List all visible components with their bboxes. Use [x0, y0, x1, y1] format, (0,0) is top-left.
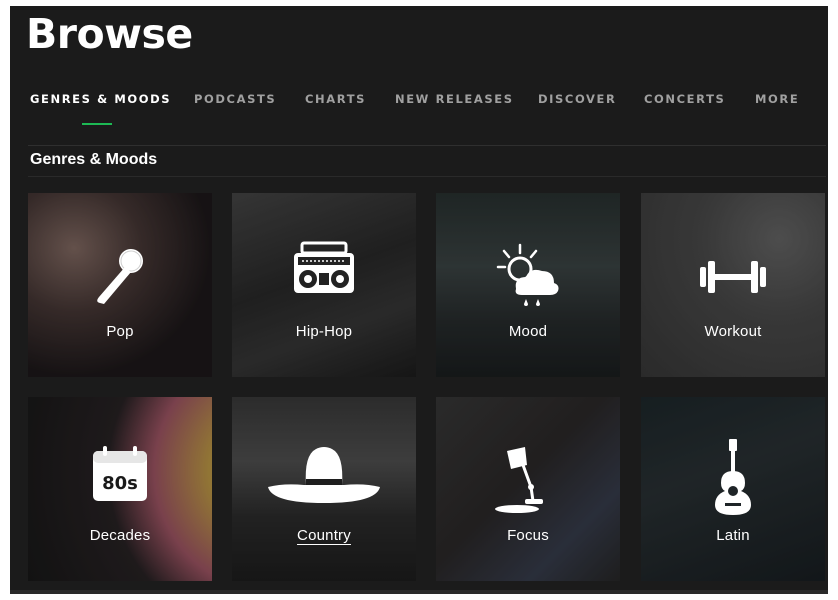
tile-focus[interactable]: Focus — [436, 397, 620, 581]
cowboy-hat-icon — [268, 447, 380, 503]
tile-hip-hop[interactable]: Hip-Hop — [232, 193, 416, 377]
tab-charts[interactable]: CHARTS — [305, 92, 366, 122]
tile-decades[interactable]: 80s Decades — [28, 397, 212, 581]
tile-label: Focus — [507, 527, 549, 544]
tile-workout[interactable]: Workout — [641, 193, 825, 377]
bottom-scroll-edge — [10, 590, 828, 594]
tile-label: Mood — [508, 323, 548, 340]
section-divider — [28, 176, 826, 177]
tile-label: Latin — [716, 527, 750, 544]
tab-concerts[interactable]: CONCERTS — [644, 92, 725, 122]
tile-label: Pop — [106, 323, 134, 340]
tab-genres-moods[interactable]: GENRES & MOODS — [30, 92, 171, 122]
guitar-icon — [715, 439, 751, 515]
microphone-icon — [97, 249, 143, 304]
tab-podcasts[interactable]: PODCASTS — [194, 92, 276, 122]
weather-icon — [496, 243, 559, 306]
tile-label: Hip-Hop — [295, 323, 353, 340]
tabs-divider — [28, 145, 826, 146]
page-title: Browse — [26, 10, 193, 58]
tab-new-releases[interactable]: NEW RELEASES — [395, 92, 514, 122]
tile-mood[interactable]: Mood — [436, 193, 620, 377]
tile-country[interactable]: Country — [232, 397, 416, 581]
svg-text:80s: 80s — [102, 473, 138, 494]
boombox-icon — [294, 241, 354, 293]
browse-app: Browse GENRES & MOODS PODCASTS CHARTS NE… — [10, 6, 828, 594]
tile-latin[interactable]: Latin — [641, 397, 825, 581]
tab-discover[interactable]: DISCOVER — [538, 92, 616, 122]
tab-more[interactable]: MORE — [755, 92, 799, 122]
browse-tabs: GENRES & MOODS PODCASTS CHARTS NEW RELEA… — [10, 92, 828, 122]
section-title: Genres & Moods — [30, 151, 158, 168]
tile-label: Country — [297, 527, 351, 544]
desk-lamp-icon — [495, 447, 543, 513]
tile-label: Workout — [704, 323, 762, 340]
tile-pop[interactable]: Pop — [28, 193, 212, 377]
active-tab-indicator — [82, 123, 112, 125]
calendar-80s-icon: 80s — [93, 446, 147, 501]
dumbbell-icon — [700, 261, 766, 293]
tile-label: Decades — [89, 527, 151, 544]
